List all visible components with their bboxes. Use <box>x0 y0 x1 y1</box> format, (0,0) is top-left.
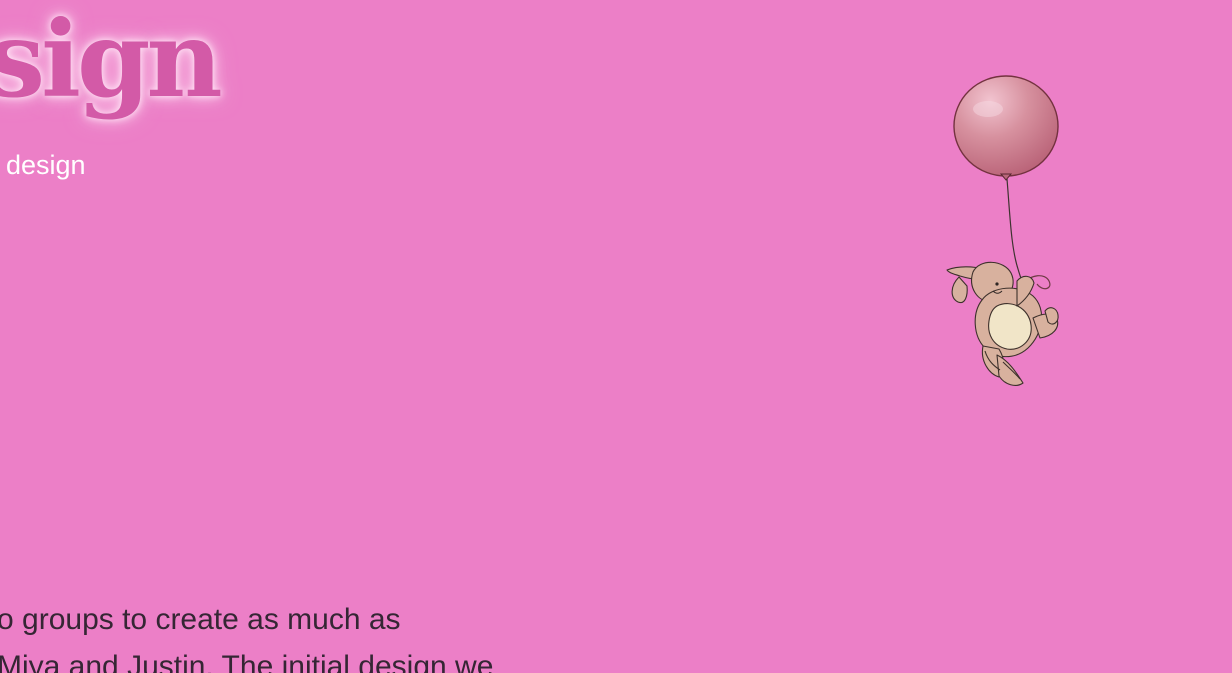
page-title: sign <box>0 0 223 121</box>
intro-paragraph: o groups to create as much as Miya and J… <box>0 596 557 673</box>
intro-line: o groups to create as much as <box>0 603 401 636</box>
page-viewport: sign design o groups to create as much a… <box>0 0 1232 673</box>
balloon-bunny-icon <box>946 75 1059 386</box>
intro-line: Miya and Justin. The initial design we <box>0 650 494 673</box>
page-subtitle: design <box>6 150 86 180</box>
